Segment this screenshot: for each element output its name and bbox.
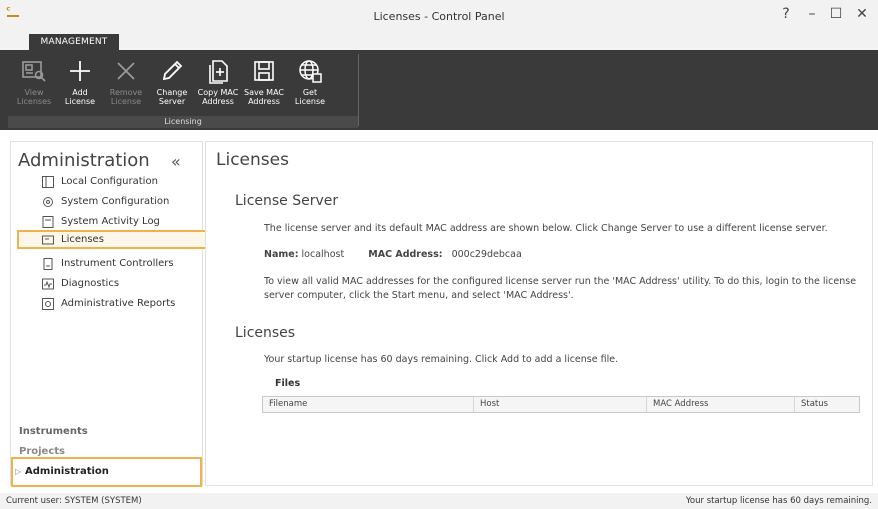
column-filename[interactable]: Filename xyxy=(263,397,474,412)
log-icon xyxy=(41,215,55,229)
files-table-header: Filename Host MAC Address Status xyxy=(262,396,860,413)
view-licenses-button[interactable]: View Licenses xyxy=(12,56,56,114)
instrument-controller-icon xyxy=(41,257,55,271)
title-bar: ᶜ Licenses - Control Panel ? – ☐ ✕ xyxy=(0,0,878,34)
remove-license-button[interactable]: Remove License xyxy=(104,56,148,114)
column-status[interactable]: Status xyxy=(795,397,857,412)
get-license-label: Get License xyxy=(294,88,326,106)
expand-arrow-icon: ▷ xyxy=(15,467,22,476)
files-label: Files xyxy=(275,378,301,389)
ribbon-separator xyxy=(358,54,359,126)
sidebar-item-label: System Configuration xyxy=(61,196,170,207)
sidebar-item-instrument-controllers[interactable]: Instrument Controllers xyxy=(21,254,201,273)
sidebar-item-label: Local Configuration xyxy=(61,176,158,187)
sidebar-item-label: Administrative Reports xyxy=(61,298,176,309)
view-licenses-icon xyxy=(12,56,56,86)
license-status: Your startup license has 60 days remaini… xyxy=(685,496,872,506)
ribbon: View Licenses Add License Remove License… xyxy=(0,50,878,130)
reports-icon xyxy=(41,297,55,311)
page-title: Licenses xyxy=(216,150,289,170)
diagnostics-icon xyxy=(41,277,55,291)
sidebar-item-local-configuration[interactable]: Local Configuration xyxy=(21,172,201,191)
license-server-description: The license server and its default MAC a… xyxy=(264,223,828,234)
column-host[interactable]: Host xyxy=(474,397,647,412)
save-icon xyxy=(242,56,286,86)
name-label: Name: xyxy=(264,249,299,260)
help-button[interactable]: ? xyxy=(776,6,796,22)
ribbon-group-label: Licensing xyxy=(8,116,358,128)
sidebar-title: Administration xyxy=(18,150,150,171)
add-license-button[interactable]: Add License xyxy=(58,56,102,114)
sidebar-item-label: System Activity Log xyxy=(61,216,160,227)
section-projects[interactable]: Projects xyxy=(19,446,65,457)
close-button[interactable]: ✕ xyxy=(852,6,872,22)
window-title: Licenses - Control Panel xyxy=(373,10,505,23)
minimize-button[interactable]: – xyxy=(802,6,822,22)
sidebar-item-administrative-reports[interactable]: Administrative Reports xyxy=(21,294,201,313)
pencil-icon xyxy=(150,56,194,86)
save-mac-address-button[interactable]: Save MAC Address xyxy=(242,56,286,114)
startup-license-message: Your startup license has 60 days remaini… xyxy=(264,354,619,365)
section-instruments[interactable]: Instruments xyxy=(19,426,88,437)
sidebar-item-diagnostics[interactable]: Diagnostics xyxy=(21,274,201,293)
sidebar: Administration « Local Configuration Sys… xyxy=(10,141,207,487)
current-user-status: Current user: SYSTEM (SYSTEM) xyxy=(6,496,142,506)
licenses-icon xyxy=(41,233,55,247)
maximize-button[interactable]: ☐ xyxy=(826,6,846,22)
change-server-button[interactable]: Change Server xyxy=(150,56,194,114)
view-licenses-label: View Licenses xyxy=(16,88,52,106)
x-icon xyxy=(104,56,148,86)
section-administration-label: Administration xyxy=(25,466,109,477)
license-server-details: Name: localhost MAC Address: 000c29debca… xyxy=(264,248,864,262)
ribbon-group-licensing: View Licenses Add License Remove License… xyxy=(8,52,358,128)
sidebar-item-system-configuration[interactable]: System Configuration xyxy=(21,192,201,211)
add-license-label: Add License xyxy=(64,88,96,106)
name-value: localhost xyxy=(301,249,345,260)
copy-mac-address-label: Copy MAC Address xyxy=(197,88,239,106)
mac-address-label: MAC Address: xyxy=(368,249,443,260)
sidebar-item-label: Licenses xyxy=(61,234,104,245)
plus-icon xyxy=(58,56,102,86)
sidebar-item-system-activity-log[interactable]: System Activity Log xyxy=(21,212,201,231)
status-bar: Current user: SYSTEM (SYSTEM) Your start… xyxy=(0,493,878,509)
sidebar-item-label: Instrument Controllers xyxy=(61,258,174,269)
local-config-icon xyxy=(41,175,55,189)
content-panel: Licenses License Server The license serv… xyxy=(205,141,873,486)
sidebar-item-label: Diagnostics xyxy=(61,278,120,289)
remove-license-label: Remove License xyxy=(109,88,143,106)
change-server-label: Change Server xyxy=(156,88,188,106)
column-mac-address[interactable]: MAC Address xyxy=(647,397,795,412)
get-license-button[interactable]: Get License xyxy=(288,56,332,114)
collapse-icon[interactable]: « xyxy=(171,152,181,171)
system-config-icon xyxy=(41,195,55,209)
globe-icon xyxy=(288,56,332,86)
mac-address-value: 000c29debcaa xyxy=(451,249,522,260)
license-server-heading: License Server xyxy=(235,193,339,209)
copy-icon xyxy=(196,56,240,86)
sidebar-item-licenses[interactable]: Licenses xyxy=(17,230,207,249)
save-mac-address-label: Save MAC Address xyxy=(244,88,284,106)
licenses-heading: Licenses xyxy=(235,325,296,341)
section-administration[interactable]: ▷ Administration xyxy=(11,457,202,487)
mac-address-hint: To view all valid MAC addresses for the … xyxy=(264,276,857,301)
copy-mac-address-button[interactable]: Copy MAC Address xyxy=(196,56,240,114)
